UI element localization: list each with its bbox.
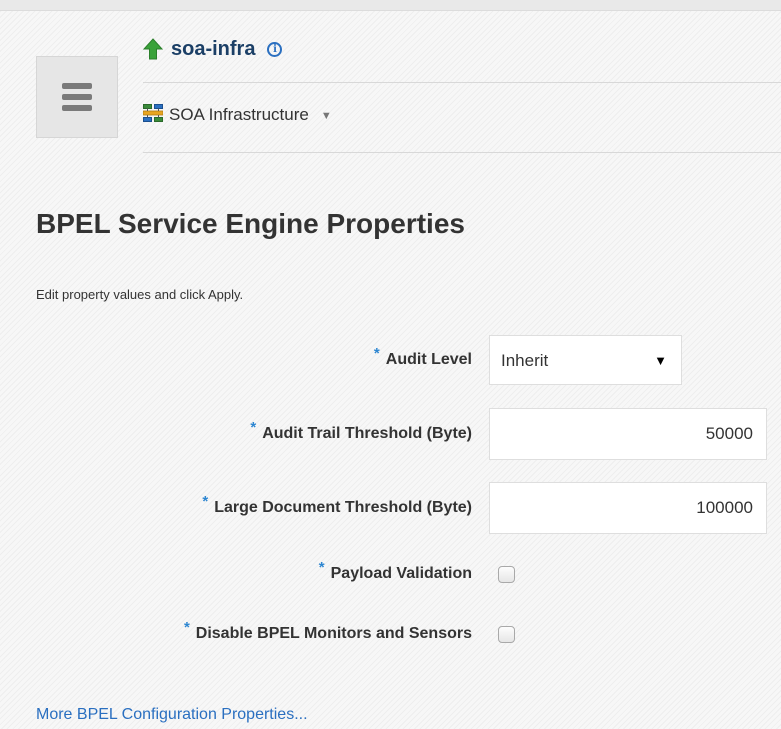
target-menu-label: SOA Infrastructure — [169, 105, 309, 124]
large-document-threshold-label: * Large Document Threshold (Byte) — [202, 482, 472, 534]
required-marker: * — [373, 345, 380, 362]
audit-trail-threshold-row: * Audit Trail Threshold (Byte) — [0, 408, 781, 460]
soa-infrastructure-icon — [142, 103, 164, 127]
required-marker: * — [250, 419, 257, 436]
disable-monitors-label-text: Disable BPEL Monitors and Sensors — [195, 625, 472, 642]
up-arrow-icon — [143, 38, 163, 60]
disable-monitors-checkbox[interactable] — [498, 626, 515, 643]
audit-level-value: Inherit — [501, 351, 549, 370]
required-marker: * — [202, 493, 209, 510]
menu-line — [62, 94, 92, 100]
header-divider — [143, 82, 781, 83]
large-document-threshold-input[interactable] — [489, 482, 767, 534]
dropdown-arrow-icon: ▼ — [654, 353, 667, 368]
chevron-down-icon: ▼ — [320, 110, 332, 122]
audit-level-label: * Audit Level — [374, 335, 472, 385]
audit-level-select[interactable]: Inherit ▼ — [489, 335, 682, 385]
disable-monitors-row: * Disable BPEL Monitors and Sensors — [0, 614, 781, 654]
payload-validation-checkbox[interactable] — [498, 566, 515, 583]
large-document-threshold-row: * Large Document Threshold (Byte) — [0, 482, 781, 534]
large-document-threshold-label-text: Large Document Threshold (Byte) — [214, 499, 472, 516]
menu-line — [62, 83, 92, 89]
top-bar — [0, 0, 781, 11]
target-menu[interactable]: SOA Infrastructure ▼ — [142, 103, 332, 127]
payload-validation-label-text: Payload Validation — [330, 565, 472, 582]
payload-validation-row: * Payload Validation — [0, 554, 781, 594]
required-marker: * — [183, 619, 190, 636]
payload-validation-label: * Payload Validation — [319, 554, 472, 594]
target-title-row: soa-infra i — [143, 35, 283, 63]
audit-level-row: * Audit Level Inherit ▼ — [0, 335, 781, 385]
page-title: BPEL Service Engine Properties — [36, 208, 465, 239]
audit-trail-threshold-label-text: Audit Trail Threshold (Byte) — [262, 425, 472, 442]
required-marker: * — [318, 559, 325, 576]
menu-line — [62, 105, 92, 111]
audit-trail-threshold-label: * Audit Trail Threshold (Byte) — [250, 408, 472, 460]
more-bpel-config-link[interactable]: More BPEL Configuration Properties... — [36, 706, 308, 724]
disable-monitors-label: * Disable BPEL Monitors and Sensors — [184, 614, 472, 654]
audit-level-label-text: Audit Level — [385, 351, 472, 368]
hamburger-menu-icon[interactable] — [36, 56, 118, 138]
page-instructions: Edit property values and click Apply. — [36, 287, 244, 302]
header-bottom-divider — [143, 152, 781, 153]
audit-trail-threshold-input[interactable] — [489, 408, 767, 460]
target-name: soa-infra — [171, 37, 256, 60]
info-icon[interactable]: i — [267, 41, 283, 57]
